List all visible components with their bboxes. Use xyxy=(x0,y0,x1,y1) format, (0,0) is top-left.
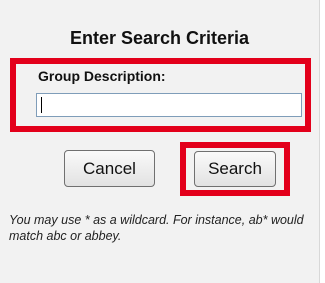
wildcard-help-text: You may use * as a wildcard. For instanc… xyxy=(9,213,304,243)
group-description-label: Group Description: xyxy=(38,68,166,84)
text-caret xyxy=(41,97,42,113)
search-button[interactable]: Search xyxy=(194,151,276,187)
group-description-input[interactable] xyxy=(36,93,302,117)
dialog-title: Enter Search Criteria xyxy=(69,28,250,48)
search-button-highlight-box: Search xyxy=(180,142,290,196)
search-criteria-panel: Enter Search Criteria Group Description:… xyxy=(0,0,320,283)
cancel-button[interactable]: Cancel xyxy=(64,150,155,187)
